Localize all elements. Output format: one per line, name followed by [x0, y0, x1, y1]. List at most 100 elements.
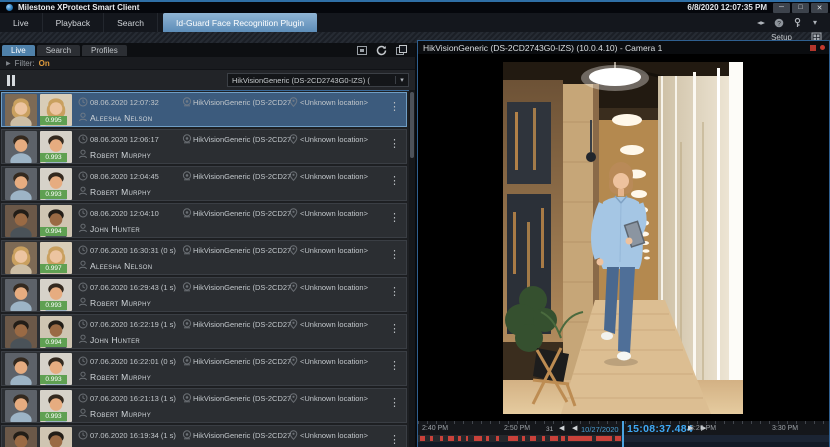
- event-time: 07.06.2020 16:29:43 (1 s): [90, 283, 176, 292]
- event-time: 07.06.2020 16:19:34 (1 s): [90, 431, 176, 440]
- person-name: Aleesha Nelson: [90, 261, 152, 271]
- jet-status-icon[interactable]: [756, 18, 766, 28]
- event-location: <Unknown location>: [300, 320, 368, 329]
- scrollbar-thumb[interactable]: [410, 92, 414, 158]
- recording-segment: [530, 436, 536, 441]
- tab-search[interactable]: Search: [104, 13, 158, 32]
- row-menu-button[interactable]: ⋮: [389, 435, 400, 446]
- row-menu-button[interactable]: ⋮: [389, 176, 400, 187]
- face-event-row[interactable]: 0.993 08.06.2020 12:04:45 Robert Murphy …: [1, 166, 407, 201]
- face-event-row[interactable]: 0.997 07.06.2020 16:30:31 (0 s) Aleesha …: [1, 240, 407, 275]
- face-event-row[interactable]: 0.994 07.06.2020 16:22:19 (1 s) John Hun…: [1, 314, 407, 349]
- skip-back-button[interactable]: ◀: [559, 424, 564, 432]
- match-score-badge: 0.994: [40, 227, 67, 236]
- camera-icon: [182, 171, 192, 181]
- row-menu-button[interactable]: ⋮: [389, 287, 400, 298]
- app-window: Milestone XProtect Smart Client 6/8/2020…: [0, 0, 830, 447]
- timeline-playhead[interactable]: [622, 421, 624, 447]
- face-event-row[interactable]: 07.06.2020 16:19:34 (1 s) HikVisionGener…: [1, 425, 407, 447]
- captured-face-thumbnail: [5, 427, 37, 447]
- tab-playback[interactable]: Playback: [43, 13, 105, 32]
- recording-segment: [542, 436, 545, 441]
- list-controls-row: HikVisionGeneric (DS-2CD2743G0-IZS) ( ▾: [0, 70, 415, 90]
- row-menu-button[interactable]: ⋮: [389, 324, 400, 335]
- camera-name: HikVisionGeneric (DS-2CD2743G0-IZS: [193, 209, 291, 218]
- recording-segment: [615, 436, 621, 441]
- face-event-row[interactable]: 0.993 08.06.2020 12:06:17 Robert Murphy …: [1, 129, 407, 164]
- popout-window-icon[interactable]: [396, 45, 407, 55]
- timeline-tick-label: 2:50 PM: [504, 425, 530, 432]
- captured-face-thumbnail: [5, 242, 37, 274]
- row-menu-button[interactable]: ⋮: [389, 213, 400, 224]
- step-back-button[interactable]: ◀: [572, 424, 577, 432]
- panel-tab-live[interactable]: Live: [2, 45, 35, 56]
- camera-icon: [182, 356, 192, 366]
- tab-live[interactable]: Live: [0, 13, 43, 32]
- svg-text:?: ?: [777, 20, 781, 27]
- filter-expander-icon[interactable]: ▶: [6, 60, 11, 67]
- camera-video: [503, 62, 743, 414]
- camera-icon: [182, 282, 192, 292]
- chevron-down-icon[interactable]: ▾: [810, 18, 820, 28]
- event-location: <Unknown location>: [300, 357, 368, 366]
- panel-tab-bar: LiveSearchProfiles: [0, 43, 415, 57]
- minimize-button[interactable]: ─: [773, 3, 790, 13]
- title-bar: Milestone XProtect Smart Client 6/8/2020…: [0, 0, 830, 13]
- person-icon: [78, 297, 88, 307]
- face-event-row[interactable]: 0.993 07.06.2020 16:21:13 (1 s) Robert M…: [1, 388, 407, 423]
- timeline[interactable]: 31 ◀ ◀ 10/27/2020 15:08:37.484 ▶ ▶ 2:40 …: [418, 420, 829, 446]
- panel-tab-search[interactable]: Search: [37, 45, 80, 56]
- camera-filter-dropdown[interactable]: HikVisionGeneric (DS-2CD2743G0-IZS) ( ▾: [227, 73, 409, 87]
- window-mode-icon[interactable]: [357, 46, 367, 55]
- face-event-row[interactable]: 0.994 08.06.2020 12:04:10 John Hunter Hi…: [1, 203, 407, 238]
- row-menu-button[interactable]: ⋮: [389, 398, 400, 409]
- camera-name: HikVisionGeneric (DS-2CD2743G0-IZS: [193, 320, 291, 329]
- clock-icon: [78, 134, 88, 144]
- person-name: Robert Murphy: [90, 409, 151, 419]
- timeline-date[interactable]: 10/27/2020: [581, 425, 619, 434]
- recording-segment: [596, 436, 612, 441]
- panel-tab-profiles[interactable]: Profiles: [82, 45, 127, 56]
- filter-label: Filter:: [15, 59, 35, 68]
- person-icon: [78, 371, 88, 381]
- clock-icon: [78, 319, 88, 329]
- person-icon: [78, 112, 88, 122]
- filter-row[interactable]: ▶ Filter: On: [0, 57, 415, 70]
- face-event-row[interactable]: 0.995 08.06.2020 12:07:32 Aleesha Nelson…: [1, 92, 407, 127]
- clock-icon: [78, 282, 88, 292]
- recording-segment: [550, 436, 558, 441]
- location-pin-icon: [289, 171, 299, 181]
- close-button[interactable]: ✕: [811, 3, 828, 13]
- event-time: 08.06.2020 12:07:32: [90, 98, 159, 107]
- camera-name: HikVisionGeneric (DS-2CD2743G0-IZS: [193, 135, 291, 144]
- maximize-button[interactable]: □: [792, 3, 809, 13]
- clock-icon: [78, 245, 88, 255]
- captured-face-thumbnail: [5, 205, 37, 237]
- person-icon: [78, 149, 88, 159]
- milestone-logo-icon: [6, 4, 13, 11]
- face-event-row[interactable]: 0.993 07.06.2020 16:29:43 (1 s) Robert M…: [1, 277, 407, 312]
- captured-face-thumbnail: [5, 131, 37, 163]
- camera-tile[interactable]: HikVisionGeneric (DS-2CD2743G0-IZS) (10.…: [417, 40, 830, 447]
- recording-segment: [458, 436, 461, 441]
- event-location: <Unknown location>: [300, 431, 368, 440]
- camera-icon: [182, 97, 192, 107]
- camera-name: HikVisionGeneric (DS-2CD2743G0-IZS: [193, 431, 291, 440]
- help-icon[interactable]: ?: [774, 18, 784, 28]
- match-score-badge: 0.997: [40, 264, 67, 273]
- face-event-row[interactable]: 0.993 07.06.2020 16:22:01 (0 s) Robert M…: [1, 351, 407, 386]
- tab-id-guard-face-recognition-plugin[interactable]: Id-Guard Face Recognition Plugin: [163, 13, 317, 32]
- row-menu-button[interactable]: ⋮: [389, 361, 400, 372]
- row-menu-button[interactable]: ⋮: [389, 102, 400, 113]
- location-pin-icon: [289, 319, 299, 329]
- key-login-icon[interactable]: [792, 18, 802, 28]
- pause-stream-button[interactable]: [7, 75, 15, 86]
- captured-face-thumbnail: [5, 94, 37, 126]
- location-pin-icon: [289, 208, 299, 218]
- match-score-badge: 0.995: [40, 116, 67, 125]
- row-menu-button[interactable]: ⋮: [389, 250, 400, 261]
- row-menu-button[interactable]: ⋮: [389, 139, 400, 150]
- event-location: <Unknown location>: [300, 172, 368, 181]
- match-score-badge: 0.993: [40, 301, 67, 310]
- refresh-icon[interactable]: [376, 45, 387, 56]
